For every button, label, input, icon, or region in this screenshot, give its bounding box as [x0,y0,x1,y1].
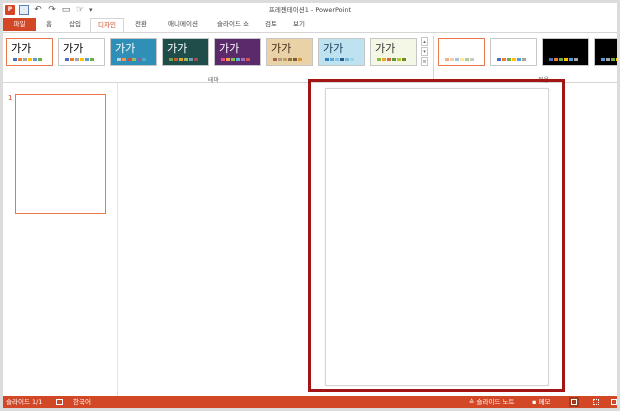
status-bar: 슬라이드 1/1 한국어 ≙ 슬라이드 노트 ▪ 메모 [3,396,617,408]
slide-thumbnail-pane: 1 [3,83,118,396]
theme-color-swatches [377,58,406,61]
normal-view-icon[interactable] [569,397,579,407]
tab-transitions[interactable]: 전환 [129,18,153,31]
theme-sample-text: 가가 [11,42,32,55]
theme-purple[interactable]: 가가 [214,38,261,66]
theme-dark-green[interactable]: 가가 [162,38,209,66]
theme-sample-text: 가가 [63,42,84,55]
theme-blue-pattern[interactable]: 가가 [318,38,365,66]
themes-gallery-scroll: ▴ ▾ ≡ [421,37,429,69]
variant-color-swatches [601,58,617,61]
tab-insert[interactable]: 삽입 [63,18,87,31]
gallery-more-icon[interactable]: ≡ [421,57,428,66]
slide-thumbnail-1[interactable] [15,94,106,214]
tab-slideshow[interactable]: 슬라이드 쇼 [209,18,257,31]
slide-sorter-view-icon[interactable] [591,397,601,407]
theme-teal-gradient[interactable]: 가가 [110,38,157,66]
variant-black[interactable] [542,38,589,66]
tab-review[interactable]: 검토 [259,18,283,31]
theme-color-swatches [13,58,42,61]
notes-icon: ≙ [469,398,475,406]
notes-label: 슬라이드 노트 [476,398,515,406]
theme-sample-text: 가가 [115,42,136,55]
slide-count-status[interactable]: 슬라이드 1/1 [6,396,42,408]
theme-color-swatches [169,58,198,61]
theme-office[interactable]: 가가 [6,38,53,66]
ribbon-tabs: 파일 홈 삽입 디자인 전환 애니메이션 슬라이드 쇼 검토 보기 [3,17,617,32]
powerpoint-window: P ↶ ↷ ▭ ☞ ▾ 프레젠테이션1 - PowerPoint 파일 홈 삽입… [3,3,617,408]
variant-white[interactable] [490,38,537,66]
language-status[interactable]: 한국어 [73,396,91,408]
comment-icon: ▪ [532,398,537,406]
tab-view[interactable]: 보기 [287,18,311,31]
gallery-up-icon[interactable]: ▴ [421,37,428,46]
title-bar: P ↶ ↷ ▭ ☞ ▾ 프레젠테이션1 - PowerPoint [3,3,617,17]
variant-color-swatches [549,58,578,61]
variant-color-swatches [497,58,526,61]
theme-sample-text: 가가 [323,42,344,55]
ribbon-divider [433,36,434,80]
theme-wood[interactable]: 가가 [266,38,313,66]
notes-button[interactable]: ≙ 슬라이드 노트 [469,396,514,408]
variant-black-2[interactable] [594,38,617,66]
theme-color-swatches [65,58,94,61]
theme-sample-text: 가가 [375,42,396,55]
highlight-box [308,79,565,392]
theme-green-frame[interactable]: 가가 [370,38,417,66]
reading-view-icon[interactable] [609,397,617,407]
tab-file[interactable]: 파일 [3,18,36,31]
tab-animations[interactable]: 애니메이션 [159,18,207,31]
window-title: 프레젠테이션1 - PowerPoint [268,6,352,14]
theme-office-2[interactable]: 가가 [58,38,105,66]
spelling-icon[interactable] [56,396,63,408]
theme-color-swatches [325,58,354,61]
comments-label: 메모 [538,398,551,406]
theme-sample-text: 가가 [219,42,240,55]
slide-number: 1 [8,94,13,102]
gallery-down-icon[interactable]: ▾ [421,47,428,56]
comments-button[interactable]: ▪ 메모 [532,396,550,408]
theme-color-swatches [273,58,302,61]
theme-color-swatches [221,58,250,61]
theme-sample-text: 가가 [167,42,188,55]
tab-design[interactable]: 디자인 [90,18,124,32]
tab-home[interactable]: 홈 [39,18,59,31]
theme-color-swatches [117,58,146,61]
variant-color-swatches [445,58,474,61]
theme-sample-text: 가가 [271,42,292,55]
ribbon-design: 가가 가가 가가 가가 가가 가가 가가 가가 ▴ ▾ ≡ 테마 적용 [3,32,617,84]
variant-light[interactable] [438,38,485,66]
